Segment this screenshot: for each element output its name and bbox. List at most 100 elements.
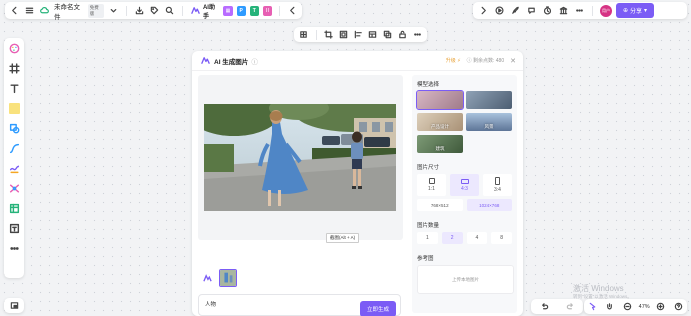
hand-icon[interactable] (604, 301, 616, 313)
model-architecture[interactable]: 建筑 (417, 135, 463, 153)
count-option[interactable]: 2 (441, 232, 463, 244)
model-ink[interactable] (466, 91, 512, 109)
dialog-title-text: AI 生成图片 (214, 58, 249, 66)
sticky-note-icon[interactable] (7, 101, 21, 115)
model-anime[interactable] (416, 90, 464, 110)
divider (315, 29, 317, 40)
image-app-icon[interactable]: ▦ (223, 5, 233, 16)
more-tools-icon[interactable] (7, 241, 21, 255)
download-icon[interactable] (134, 5, 145, 17)
menu-icon[interactable] (24, 5, 35, 17)
crop-icon[interactable] (323, 29, 335, 41)
expand-icon[interactable] (477, 5, 489, 17)
aspect-3-4[interactable]: 3:4 (483, 174, 512, 196)
collapse-icon[interactable] (287, 5, 298, 17)
file-title[interactable]: 未命名文件 (54, 1, 84, 21)
shape-tool-icon[interactable] (7, 121, 21, 135)
library-icon[interactable] (557, 5, 569, 17)
grid-icon[interactable] (298, 29, 310, 41)
more-icon[interactable] (573, 5, 585, 17)
tag-icon[interactable] (149, 5, 160, 17)
count-section-title: 图片数量 (417, 223, 440, 229)
count-option[interactable]: 1 (417, 232, 438, 244)
user-plus-icon: ⊕ (623, 8, 629, 14)
t-app-icon[interactable]: T (249, 5, 259, 16)
count-options: 1 2 4 8 (417, 232, 512, 244)
connector-icon[interactable] (7, 141, 21, 155)
mindmap-icon[interactable] (7, 181, 21, 195)
layout-icon[interactable] (367, 29, 379, 41)
left-tool-sidebar (4, 38, 24, 278)
model-product-design[interactable]: 产品设计 (417, 113, 463, 131)
model-label: 风景 (484, 124, 494, 129)
divider (126, 5, 128, 16)
prompt-input[interactable]: 人物 立即生成 (198, 294, 401, 316)
redo-icon[interactable] (564, 301, 576, 313)
info-icon[interactable]: ⓘ (251, 56, 258, 66)
frame-tool-icon[interactable] (7, 61, 21, 75)
more-icon[interactable] (411, 29, 423, 41)
model-landscape[interactable]: 风景 (466, 113, 512, 131)
aspect-1-1[interactable]: 1:1 (417, 174, 446, 196)
grid-app-icon[interactable]: ⁞⁞ (262, 5, 273, 16)
p-app-icon[interactable]: P (236, 5, 246, 16)
count-option[interactable]: 8 (491, 232, 512, 244)
model-label: 产品设计 (431, 124, 449, 129)
dialog-header-actions: 升级 ⚡ ⓘ 剩余点数: 480 ✕ (446, 57, 516, 65)
undo-icon[interactable] (538, 301, 550, 313)
align-icon[interactable] (352, 29, 364, 41)
prompt-text: 人物 (205, 302, 217, 308)
pen-tool-icon[interactable] (7, 161, 21, 175)
upgrade-link[interactable]: 升级 ⚡ (446, 57, 461, 64)
ai-helper-button[interactable]: AI助手 (190, 2, 219, 20)
model-label: 建筑 (435, 146, 445, 151)
chevron-down-icon[interactable] (108, 5, 119, 17)
share-button[interactable]: ⊕ 分享 ▾ (616, 3, 655, 18)
model-grid: 产品设计 风景 建筑 (416, 90, 512, 153)
ai-image-dialog: AI 生成图片 ⓘ 升级 ⚡ ⓘ 剩余点数: 480 ✕ 截图(Alt + A)… (192, 51, 523, 316)
dialog-title: AI 生成图片 ⓘ (199, 55, 258, 67)
thumbnail-image[interactable] (219, 269, 237, 287)
portrait-shape-icon (495, 177, 500, 185)
help-icon[interactable] (672, 301, 684, 313)
text-tool-icon[interactable] (7, 81, 21, 95)
object-toolbar (294, 27, 427, 42)
zoom-level[interactable]: 47% (639, 304, 650, 310)
credits-text: 剩余点数: 480 (473, 58, 505, 64)
screenshot-tooltip: 截图(Alt + A) (326, 233, 360, 243)
watermark-line1: 激活 Windows (573, 284, 624, 293)
copy-icon[interactable] (382, 29, 394, 41)
comment-icon[interactable] (525, 5, 537, 17)
avatar[interactable]: 用户 (600, 4, 612, 17)
palette-icon[interactable] (7, 41, 21, 55)
back-icon[interactable] (9, 5, 20, 17)
ai-logo-icon[interactable] (200, 271, 214, 285)
frame-icon[interactable] (337, 29, 349, 41)
aspect-4-3[interactable]: 4:3 (450, 174, 479, 196)
minimap-toggle[interactable] (4, 298, 24, 313)
lock-icon[interactable] (396, 29, 408, 41)
cloud-icon (39, 5, 50, 17)
generated-image[interactable] (204, 104, 396, 211)
play-icon[interactable] (493, 5, 505, 17)
aspect-label: 1:1 (428, 186, 435, 192)
timer-icon[interactable] (541, 5, 553, 17)
close-icon[interactable]: ✕ (510, 57, 516, 65)
preview-area: 截图(Alt + A) (198, 75, 403, 243)
text-frame-icon[interactable] (7, 221, 21, 235)
upload-reference-button[interactable]: 上传本地图片 (417, 265, 514, 294)
zoom-in-icon[interactable] (655, 301, 667, 313)
resolution-option[interactable]: 1024×768 (466, 199, 512, 211)
rocket-icon[interactable] (509, 5, 521, 17)
ai-helper-label: AI助手 (202, 4, 215, 20)
resolution-option[interactable]: 768×512 (417, 199, 463, 211)
generate-button[interactable]: 立即生成 (359, 301, 396, 316)
cursor-icon[interactable] (587, 301, 599, 313)
count-option[interactable]: 4 (466, 232, 488, 244)
ai-logo-icon (190, 5, 201, 17)
settings-panel: 模型选择 产品设计 风景 建筑 图片尺寸 1:1 4:3 3:4 768×512… (412, 75, 517, 313)
search-icon[interactable] (164, 5, 175, 17)
windows-activation-watermark: 激活 Windows 转到"设置"以激活 Windows。 (573, 283, 632, 300)
zoom-out-icon[interactable] (621, 301, 633, 313)
table-tool-icon[interactable] (7, 201, 21, 215)
